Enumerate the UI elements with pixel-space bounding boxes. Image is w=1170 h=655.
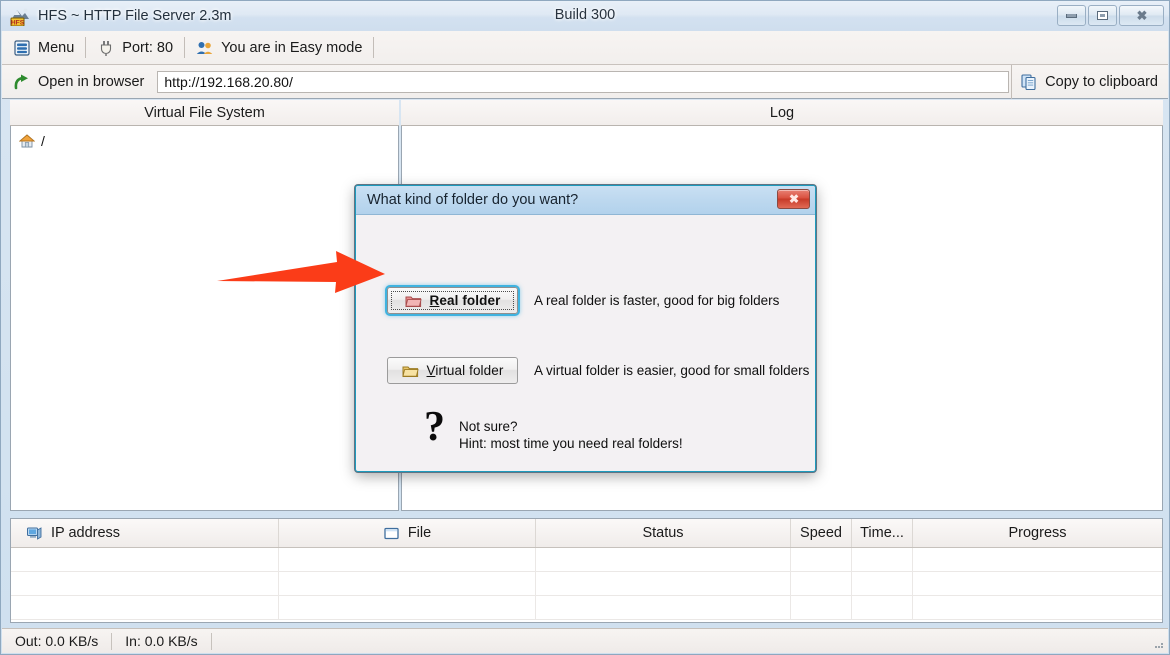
home-folder-icon — [18, 133, 36, 149]
close-button[interactable]: ✖ — [1119, 5, 1164, 26]
easy-mode-label: You are in Easy mode — [221, 39, 363, 56]
svg-text:HFS: HFS — [11, 20, 25, 26]
restore-button[interactable] — [1088, 5, 1117, 26]
vfs-root-node[interactable]: / — [11, 126, 398, 149]
close-icon: ✖ — [788, 192, 799, 206]
table-row[interactable] — [11, 548, 1162, 572]
toolbar-separator-3 — [373, 37, 375, 58]
status-out-rate: Out: 0.0 KB/s — [2, 632, 113, 650]
menu-icon — [13, 39, 31, 57]
vfs-tree-panel[interactable]: / — [10, 126, 399, 511]
log-panel-header: Log — [401, 100, 1163, 126]
users-icon — [196, 39, 214, 57]
status-bar: Out: 0.0 KB/s In: 0.0 KB/s — [2, 628, 1168, 653]
open-in-browser-label: Open in browser — [38, 73, 145, 90]
column-header-ip-address[interactable]: IP address — [11, 519, 279, 547]
folder-kind-dialog: What kind of folder do you want? ✖ Real … — [355, 185, 816, 472]
restore-icon — [1097, 11, 1108, 20]
table-row[interactable] — [11, 572, 1162, 596]
port-label: Port: 80 — [122, 39, 174, 56]
port-button[interactable]: Port: 80 — [86, 31, 184, 65]
question-mark-icon: ? — [424, 404, 445, 450]
dialog-body: Real folder A real folder is faster, goo… — [356, 215, 815, 471]
window-title: HFS ~ HTTP File Server 2.3m — [38, 8, 232, 24]
log-content — [402, 126, 1162, 138]
hint-line-1: Not sure? — [459, 419, 518, 434]
virtual-folder-description: A virtual folder is easier, good for sma… — [534, 363, 810, 378]
dialog-title-bar: What kind of folder do you want? ✖ — [356, 186, 815, 215]
real-folder-button[interactable]: Real folder — [387, 287, 518, 314]
url-input[interactable] — [157, 70, 1010, 93]
file-window-icon — [383, 525, 400, 542]
column-label-speed: Speed — [800, 525, 842, 541]
yellow-folder-icon — [401, 364, 419, 378]
option-virtual-folder: Virtual folder A virtual folder is easie… — [387, 357, 809, 384]
connections-header-row: IP address File Status Speed Time... Pro… — [11, 519, 1162, 548]
dialog-close-button[interactable]: ✖ — [777, 189, 810, 209]
vfs-panel-header: Virtual File System — [10, 100, 399, 126]
address-toolbar: Open in browser Copy to clipboard — [2, 64, 1168, 99]
minimize-icon — [1066, 13, 1077, 18]
column-label-ip-address: IP address — [51, 525, 121, 541]
open-browser-arrow-icon — [13, 73, 31, 91]
column-header-time[interactable]: Time... — [852, 519, 913, 547]
minimize-button[interactable] — [1057, 5, 1086, 26]
column-label-time: Time... — [860, 525, 904, 541]
virtual-folder-accel: V — [426, 363, 436, 378]
hfs-app-icon: HFS — [10, 6, 30, 27]
menu-button[interactable]: Menu — [2, 31, 85, 65]
title-bar: HFS HFS ~ HTTP File Server 2.3m Build 30… — [1, 1, 1169, 31]
computer-icon — [26, 525, 43, 542]
open-in-browser-button[interactable]: Open in browser — [2, 65, 155, 99]
connections-rows — [11, 548, 1162, 620]
column-label-progress: Progress — [1008, 525, 1067, 541]
real-folder-accel: R — [429, 293, 440, 308]
hint-line-2: Hint: most time you need real folders! — [459, 436, 683, 451]
vfs-panel-title: Virtual File System — [144, 104, 265, 121]
dialog-title: What kind of folder do you want? — [367, 192, 579, 208]
log-panel-title: Log — [769, 104, 795, 121]
column-header-file[interactable]: File — [279, 519, 536, 547]
column-header-speed[interactable]: Speed — [791, 519, 852, 547]
clipboard-copy-icon — [1020, 73, 1038, 91]
easy-mode-button[interactable]: You are in Easy mode — [185, 31, 373, 65]
virtual-folder-button[interactable]: Virtual folder — [387, 357, 518, 384]
copy-to-clipboard-button[interactable]: Copy to clipboard — [1011, 64, 1168, 99]
vfs-root-label: / — [41, 133, 45, 149]
column-label-file: File — [407, 525, 432, 541]
dialog-hint: ? Not sure? Hint: most time you need rea… — [424, 406, 683, 452]
close-icon: ✖ — [1136, 8, 1148, 23]
main-toolbar: Menu Port: 80 You are in Easy mode — [2, 31, 1168, 65]
real-folder-label: Real folder — [429, 293, 501, 308]
copy-to-clipboard-label: Copy to clipboard — [1045, 73, 1158, 90]
red-folder-icon — [404, 294, 422, 308]
column-label-status: Status — [642, 525, 684, 541]
column-header-status[interactable]: Status — [536, 519, 791, 547]
menu-label: Menu — [38, 39, 75, 56]
window-controls: ✖ — [1057, 5, 1164, 26]
connections-table: IP address File Status Speed Time... Pro… — [10, 518, 1163, 623]
real-folder-description: A real folder is faster, good for big fo… — [534, 293, 780, 308]
status-in-rate: In: 0.0 KB/s — [112, 632, 212, 650]
hfs-main-window: HFS HFS ~ HTTP File Server 2.3m Build 30… — [0, 0, 1170, 655]
plug-icon — [97, 39, 115, 57]
virtual-folder-label: Virtual folder — [426, 363, 504, 378]
table-row[interactable] — [11, 596, 1162, 620]
column-header-progress[interactable]: Progress — [913, 519, 1162, 547]
option-real-folder: Real folder A real folder is faster, goo… — [387, 287, 779, 314]
resize-grip-icon[interactable] — [1152, 637, 1165, 650]
